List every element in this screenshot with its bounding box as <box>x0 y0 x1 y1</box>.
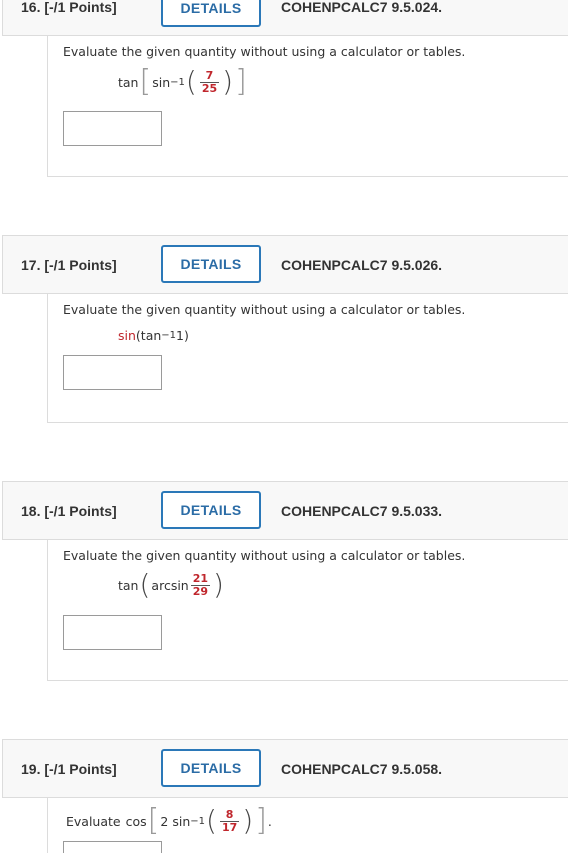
expr-inverse: −1 <box>170 76 185 88</box>
question-19-expression: Evaluate cos [ 2 sin −1 ( 8 17 ) ] . <box>66 806 272 836</box>
left-paren-icon: ( <box>206 804 217 837</box>
right-paren-icon: ) <box>222 65 234 98</box>
question-16-code: COHENPCALC7 9.5.024. <box>281 0 443 15</box>
question-17-expression: sin (tan −1 1) <box>118 328 189 343</box>
question-16-answer-input[interactable] <box>63 111 162 146</box>
question-16-details-button[interactable]: DETAILS <box>161 0 261 27</box>
question-16-expression: tan [ sin −1 ( 7 25 ) ] <box>118 67 248 97</box>
fraction-denominator: 25 <box>199 81 220 95</box>
right-paren-icon: ) <box>242 804 254 837</box>
question-17-prompt: Evaluate the given quantity without usin… <box>63 302 466 317</box>
expr-inverse: −1 <box>161 330 177 341</box>
expr-end: . <box>267 813 272 829</box>
question-19-answer-input[interactable] <box>63 841 162 853</box>
expr-func: sin <box>118 328 136 343</box>
question-18-prompt: Evaluate the given quantity without usin… <box>63 548 466 563</box>
question-19-header: 19. [-/1 Points] DETAILS COHENPCALC7 9.5… <box>2 739 568 798</box>
question-17-code: COHENPCALC7 9.5.026. <box>281 257 443 273</box>
question-19-code: COHENPCALC7 9.5.058. <box>281 761 443 777</box>
expr-coef: 2 <box>160 813 169 829</box>
fraction-denominator: 17 <box>219 820 240 834</box>
expr-inner: sin <box>152 74 171 90</box>
question-18-code: COHENPCALC7 9.5.033. <box>281 503 443 519</box>
expr-inner: arcsin <box>151 577 189 593</box>
expr-fraction: 21 29 <box>190 571 211 598</box>
expr-func: tan <box>118 74 139 90</box>
expr-inverse: −1 <box>190 815 205 827</box>
left-bracket-icon: [ <box>147 803 160 838</box>
question-16-points: 16. [-/1 Points] <box>21 0 117 15</box>
assignment-page: 16. [-/1 Points] DETAILS COHENPCALC7 9.5… <box>0 0 568 853</box>
question-18-header: 18. [-/1 Points] DETAILS COHENPCALC7 9.5… <box>2 481 568 540</box>
expr-func: cos <box>125 813 147 829</box>
question-18-points: 18. [-/1 Points] <box>21 503 117 519</box>
question-17-answer-input[interactable] <box>63 355 162 390</box>
fraction-numerator: 7 <box>205 68 214 82</box>
expr-inner: (tan <box>135 328 162 343</box>
right-paren-icon: ) <box>213 568 224 601</box>
fraction-numerator: 8 <box>225 807 234 821</box>
right-bracket-icon: ] <box>235 64 247 99</box>
expr-func: tan <box>118 577 139 593</box>
left-paren-icon: ( <box>139 568 151 601</box>
expr-fraction: 7 25 <box>199 68 220 95</box>
question-19-prompt: Evaluate <box>66 813 121 829</box>
expr-fraction: 8 17 <box>219 807 240 834</box>
question-16-header: 16. [-/1 Points] DETAILS COHENPCALC7 9.5… <box>2 0 568 36</box>
question-16-prompt: Evaluate the given quantity without usin… <box>63 44 466 59</box>
question-19-body: Evaluate cos [ 2 sin −1 ( 8 17 ) ] . <box>47 798 568 853</box>
right-bracket-icon: ] <box>255 803 267 838</box>
fraction-numerator: 21 <box>192 571 209 585</box>
question-18-details-button[interactable]: DETAILS <box>161 491 261 529</box>
question-18-expression: tan ( arcsin 21 29 ) <box>118 571 225 599</box>
question-19-points: 19. [-/1 Points] <box>21 761 117 777</box>
expr-arg: 1) <box>176 328 189 343</box>
question-17-details-button[interactable]: DETAILS <box>161 245 261 283</box>
question-18-body: Evaluate the given quantity without usin… <box>47 540 568 681</box>
question-19-details-button[interactable]: DETAILS <box>161 749 261 787</box>
left-bracket-icon: [ <box>139 64 152 99</box>
question-17-body: Evaluate the given quantity without usin… <box>47 294 568 423</box>
expr-inner: sin <box>172 813 191 829</box>
fraction-denominator: 29 <box>190 584 211 598</box>
left-paren-icon: ( <box>185 65 197 98</box>
question-16-body: Evaluate the given quantity without usin… <box>47 36 568 177</box>
question-17-header: 17. [-/1 Points] DETAILS COHENPCALC7 9.5… <box>2 235 568 294</box>
question-17-points: 17. [-/1 Points] <box>21 257 117 273</box>
question-18-answer-input[interactable] <box>63 615 162 650</box>
